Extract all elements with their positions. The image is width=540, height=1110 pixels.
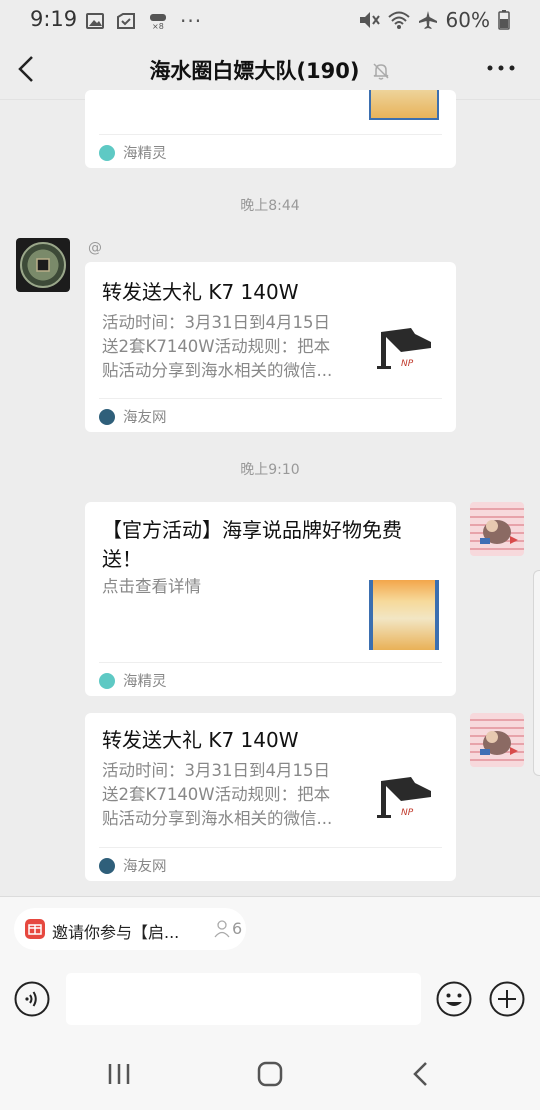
battery-icon <box>498 10 510 30</box>
status-bar: 9:19 ×8 ··· 60% <box>0 0 540 38</box>
more-notifications: ··· <box>180 9 203 33</box>
timestamp: 晚上9:10 <box>240 462 300 478</box>
image-icon <box>86 13 104 29</box>
vpn-icon: ×8 <box>150 14 166 30</box>
notification-icons: ×8 ··· <box>86 9 202 33</box>
card-source: 海精灵 <box>99 134 442 168</box>
scrollbar[interactable] <box>533 570 540 776</box>
system-icons: 60% <box>358 8 510 32</box>
card-source: 海友网 <box>99 847 442 881</box>
card-source-label: 海精灵 <box>123 674 167 690</box>
svg-text:NP: NP <box>401 359 414 369</box>
card-description-line: 送2套K7140W活动规则：把本 <box>102 337 331 356</box>
airplane-icon <box>418 11 437 29</box>
message-card-4[interactable]: 【官方活动】海享说品牌好物免费 送！ 点击查看详情 海精灵 <box>85 502 456 696</box>
message-card-2[interactable]: 转发送大礼 K7 140W 活动时间：3月31日到4月15日 送2套K7140W… <box>85 262 456 432</box>
plus-icon[interactable] <box>489 981 525 1017</box>
card-title: 转发送大礼 K7 140W <box>102 728 299 752</box>
led-light-thumbnail: NP <box>377 328 431 369</box>
folder-icon <box>117 13 135 29</box>
vibrate-mute-icon <box>359 12 380 28</box>
message-card-0[interactable]: 海精灵 <box>85 90 456 168</box>
group-invite-chip[interactable]: 邀请你参与【启... 6 <box>14 908 246 950</box>
sender-avatar[interactable] <box>16 238 70 292</box>
mute-bell-icon <box>373 63 389 80</box>
card-description-line: 送2套K7140W活动规则：把本 <box>102 785 331 804</box>
my-avatar[interactable] <box>470 713 524 767</box>
title-area: 海水圈白嫖大队(190) <box>0 55 540 85</box>
cartoon-avatar-icon <box>480 731 518 755</box>
led-light-thumbnail: NP <box>377 777 431 818</box>
invite-count: 6 <box>232 919 243 938</box>
chat-title: 海水圈白嫖大队(190) <box>149 59 360 83</box>
card-description: 点击查看详情 <box>102 577 201 596</box>
message-input[interactable] <box>66 973 421 1025</box>
haiyouwang-logo-icon <box>99 409 115 425</box>
wifi-icon <box>387 11 410 29</box>
status-time: 9:19 <box>30 7 78 31</box>
card-description-line: 贴活动分享到海水相关的微信... <box>102 809 333 828</box>
card-source-label: 海精灵 <box>123 146 167 162</box>
system-nav-bar <box>0 1036 540 1110</box>
invite-icon <box>25 919 45 939</box>
card-title: 转发送大礼 K7 140W <box>102 280 299 304</box>
sender-name: @ <box>88 240 102 256</box>
haijingling-logo-icon <box>99 673 115 689</box>
recent-apps-icon[interactable] <box>104 1060 134 1088</box>
person-icon <box>214 920 230 938</box>
card-title-line: 【官方活动】海享说品牌好物免费 <box>102 518 402 542</box>
card-thumbnail <box>369 90 439 120</box>
svg-text:NP: NP <box>401 808 414 818</box>
home-icon[interactable] <box>255 1060 285 1088</box>
timestamp: 晚上8:44 <box>240 198 300 214</box>
coin-avatar-icon <box>20 242 66 288</box>
invite-text: 邀请你参与【启... <box>52 923 180 942</box>
card-source-label: 海友网 <box>123 410 167 426</box>
card-source: 海精灵 <box>99 662 442 696</box>
battery-percent: 60% <box>445 8 490 32</box>
card-title-line: 送！ <box>102 547 142 571</box>
haijingling-logo-icon <box>99 145 115 161</box>
haiyouwang-logo-icon <box>99 858 115 874</box>
promo-thumbnail <box>369 580 439 650</box>
card-description-line: 贴活动分享到海水相关的微信... <box>102 361 333 380</box>
back-nav-icon[interactable] <box>406 1060 436 1088</box>
voice-input-icon[interactable] <box>14 981 50 1017</box>
my-avatar[interactable] <box>470 502 524 556</box>
more-options-icon[interactable] <box>486 58 516 78</box>
cartoon-avatar-icon <box>480 520 518 544</box>
card-description-line: 活动时间：3月31日到4月15日 <box>102 761 330 780</box>
input-bar <box>0 960 540 1036</box>
card-source-label: 海友网 <box>123 859 167 875</box>
message-card-5[interactable]: 转发送大礼 K7 140W 活动时间：3月31日到4月15日 送2套K7140W… <box>85 713 456 881</box>
emoji-icon[interactable] <box>436 981 472 1017</box>
svg-text:×8: ×8 <box>152 22 164 30</box>
card-source: 海友网 <box>99 398 442 432</box>
card-description-line: 活动时间：3月31日到4月15日 <box>102 313 330 332</box>
